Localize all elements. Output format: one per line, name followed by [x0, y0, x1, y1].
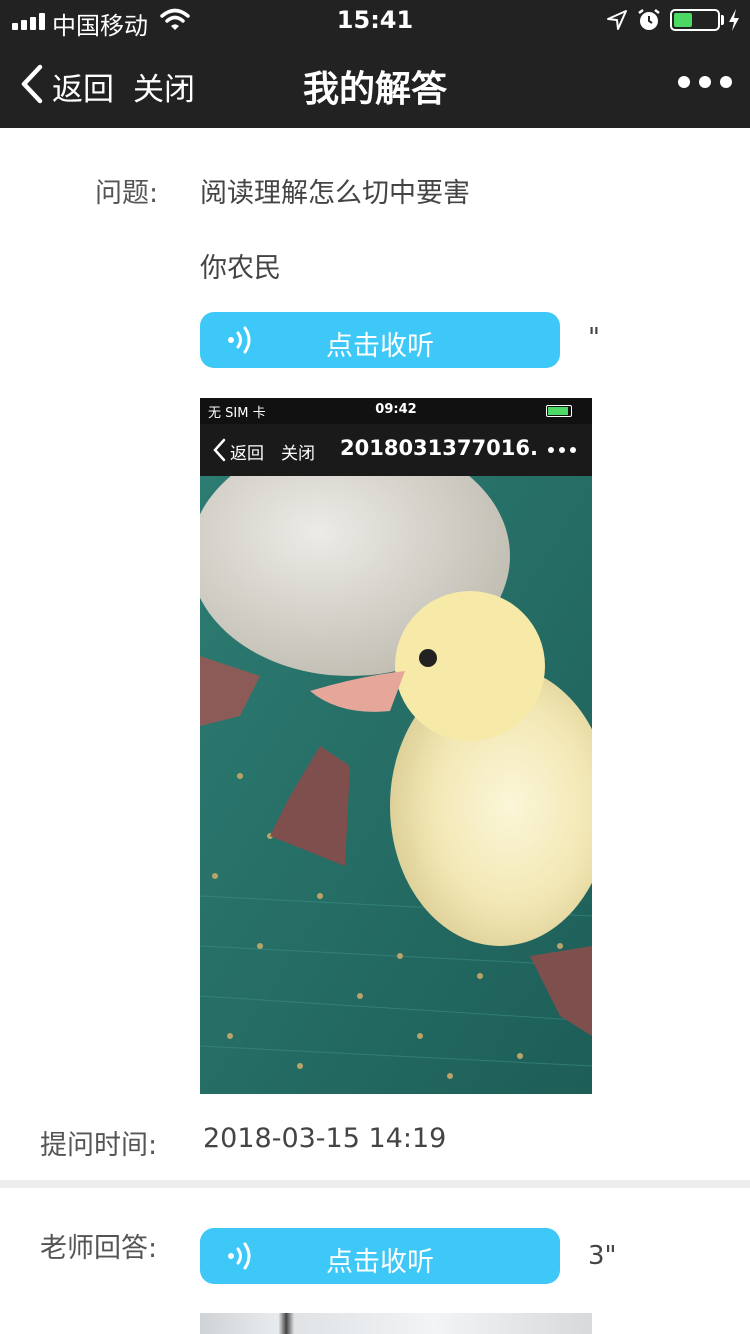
duckling-photo	[200, 476, 592, 1094]
teacher-answer-label: 老师回答:	[40, 1233, 158, 1264]
attachment-back-label: 返回	[230, 444, 264, 464]
ask-time-value: 2018-03-15 14:19	[203, 1123, 447, 1154]
listen-label: 点击收听	[326, 331, 434, 362]
attachment-time: 09:42	[375, 402, 417, 417]
attachment-battery-icon	[546, 405, 572, 417]
attachment-status-bar: 无 SIM 卡 09:42	[200, 398, 592, 424]
ask-time-label: 提问时间:	[40, 1130, 158, 1161]
charging-bolt-icon	[729, 9, 739, 31]
battery-tip	[721, 15, 724, 25]
attachment-nav-bar: 返回 关闭 2018031377016...	[200, 424, 592, 476]
location-icon	[607, 10, 627, 30]
top-bar: 中国移动 15:41 返回 关闭 我的解答	[0, 0, 750, 128]
attachment-title: 2018031377016...	[340, 436, 536, 460]
attachment-back-chevron-icon	[213, 438, 226, 462]
question-listen-button[interactable]: 点击收听	[200, 312, 560, 368]
attachment-close-label: 关闭	[281, 444, 315, 464]
teacher-listen-button[interactable]: 点击收听	[200, 1228, 560, 1284]
listen-label: 点击收听	[326, 1247, 434, 1278]
page-title: 我的解答	[302, 69, 447, 110]
attachment-more-icon	[548, 447, 576, 453]
teacher-audio-duration: 3"	[588, 1241, 617, 1271]
alarm-icon	[638, 9, 660, 30]
question-label: 问题:	[95, 178, 159, 209]
more-icon[interactable]	[678, 76, 732, 88]
status-bar: 中国移动 15:41	[0, 0, 750, 40]
section-divider	[0, 1180, 750, 1188]
question-body: 你农民	[200, 253, 281, 284]
question-title: 阅读理解怎么切中要害	[200, 178, 470, 209]
teacher-image-attachment[interactable]	[200, 1313, 592, 1334]
nav-bar: 返回 关闭 我的解答	[0, 40, 750, 128]
battery-icon	[670, 9, 720, 31]
question-image-attachment[interactable]: 无 SIM 卡 09:42 返回 关闭 2018031377016...	[200, 398, 592, 1094]
question-audio-duration: "	[588, 323, 600, 353]
